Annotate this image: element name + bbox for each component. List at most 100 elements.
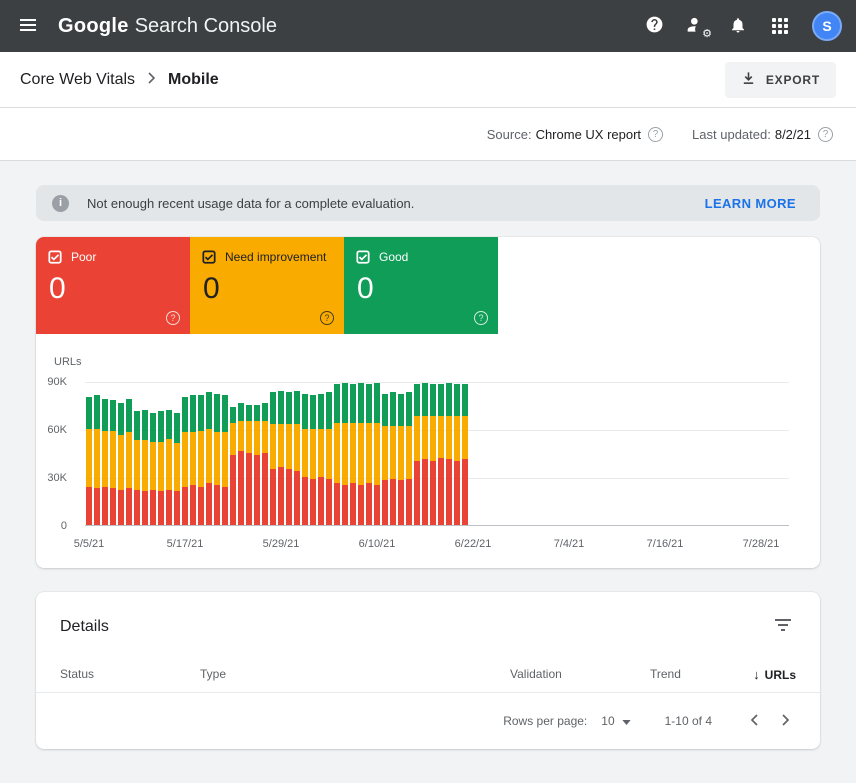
next-page-button[interactable] (770, 708, 802, 735)
bar-segment-poor (110, 488, 116, 525)
column-header-urls[interactable]: ↓ URLs (753, 667, 796, 682)
tile-poor[interactable]: Poor 0 ? (36, 237, 190, 334)
rows-per-page-value: 10 (601, 714, 614, 728)
chart-bar[interactable] (406, 392, 412, 525)
avatar[interactable]: S (812, 11, 842, 41)
help-icon[interactable]: ? (320, 311, 334, 325)
bar-segment-poor (270, 469, 276, 525)
chart-bar[interactable] (414, 384, 420, 525)
chart-bar[interactable] (110, 400, 116, 525)
column-header-validation[interactable]: Validation (510, 667, 562, 681)
chart-bar[interactable] (278, 391, 284, 525)
chart-bar[interactable] (358, 383, 364, 525)
chart-bar[interactable] (206, 392, 212, 525)
bar-segment-need-improvement (326, 429, 332, 479)
chart-bar[interactable] (454, 384, 460, 525)
bar-segment-poor (310, 479, 316, 525)
chart-bar[interactable] (334, 384, 340, 525)
previous-page-button[interactable] (738, 708, 770, 735)
chart-bar[interactable] (342, 383, 348, 525)
chart-bar[interactable] (174, 413, 180, 525)
chart-bar[interactable] (86, 397, 92, 525)
chart-bar[interactable] (366, 384, 372, 525)
dropdown-caret-icon (622, 714, 631, 728)
chart-bar[interactable] (190, 395, 196, 525)
help-icon[interactable]: ? (474, 311, 488, 325)
chart-bar[interactable] (166, 410, 172, 525)
chart-bar[interactable] (126, 399, 132, 525)
last-updated-label: Last updated: (692, 127, 771, 142)
chart-bar[interactable] (134, 411, 140, 525)
y-axis-tick: 0 (36, 520, 76, 532)
help-icon[interactable]: ? (166, 311, 180, 325)
chart-bar[interactable] (118, 403, 124, 525)
chart-bar[interactable] (102, 399, 108, 525)
chart-bar[interactable] (438, 384, 444, 525)
last-updated-value: 8/2/21 (775, 127, 811, 142)
bar-segment-need-improvement (262, 421, 268, 453)
chart-bar[interactable] (246, 405, 252, 525)
chart-bar[interactable] (446, 383, 452, 525)
chart-bar[interactable] (390, 392, 396, 525)
bar-segment-need-improvement (462, 416, 468, 459)
appbar-actions: ⚙ S (634, 6, 842, 46)
chart-bar[interactable] (214, 394, 220, 525)
chart-bar[interactable] (230, 407, 236, 525)
chart-bar[interactable] (182, 397, 188, 525)
tile-good[interactable]: Good 0 ? (344, 237, 498, 334)
bar-segment-good (398, 394, 404, 426)
chart-bar[interactable] (294, 391, 300, 525)
checkbox-checked-icon[interactable] (202, 250, 216, 264)
chart-bar[interactable] (238, 403, 244, 525)
export-button[interactable]: EXPORT (725, 62, 836, 98)
notifications-button[interactable] (718, 6, 758, 46)
column-header-status[interactable]: Status (60, 667, 94, 681)
column-header-trend[interactable]: Trend (650, 667, 681, 681)
chart-bar[interactable] (326, 392, 332, 525)
chart-bar[interactable] (462, 384, 468, 525)
chart-bar[interactable] (150, 413, 156, 525)
account-settings-button[interactable]: ⚙ (676, 6, 716, 46)
help-button[interactable] (634, 6, 674, 46)
chart-bar[interactable] (222, 395, 228, 525)
checkbox-checked-icon[interactable] (48, 250, 62, 264)
chart-bar[interactable] (254, 405, 260, 525)
chart-bar[interactable] (286, 392, 292, 525)
chart-bar[interactable] (310, 395, 316, 525)
app-logo[interactable]: Google Search Console (58, 15, 277, 38)
tile-need-improvement[interactable]: Need improvement 0 ? (190, 237, 344, 334)
chart-bar[interactable] (270, 392, 276, 525)
chart-bar[interactable] (94, 395, 100, 525)
checkbox-checked-icon[interactable] (356, 250, 370, 264)
rows-per-page-select[interactable]: 10 (601, 714, 630, 728)
chart-bar[interactable] (318, 394, 324, 525)
bar-segment-good (374, 383, 380, 423)
column-header-type[interactable]: Type (200, 667, 226, 681)
chart-bar[interactable] (374, 383, 380, 525)
chart-bar[interactable] (302, 394, 308, 525)
chart-bar[interactable] (142, 410, 148, 525)
google-apps-button[interactable] (760, 6, 800, 46)
menu-button[interactable] (8, 6, 48, 46)
learn-more-link[interactable]: LEARN MORE (705, 196, 796, 211)
chart-bar[interactable] (158, 411, 164, 525)
chart-bar[interactable] (430, 384, 436, 525)
bar-segment-good (334, 384, 340, 422)
chart-bar[interactable] (398, 394, 404, 525)
source-label: Source: (487, 127, 532, 142)
breadcrumb-section[interactable]: Core Web Vitals (20, 71, 135, 89)
bar-segment-good (446, 383, 452, 417)
chart-bar[interactable] (422, 383, 428, 525)
chart-bar[interactable] (382, 394, 388, 525)
bar-segment-good (342, 383, 348, 423)
filter-button[interactable] (770, 614, 796, 639)
help-icon[interactable]: ? (648, 127, 663, 142)
bar-segment-good (406, 392, 412, 426)
help-icon[interactable]: ? (818, 127, 833, 142)
chart-bar[interactable] (262, 403, 268, 525)
bar-segment-need-improvement (398, 426, 404, 480)
chart-bar[interactable] (350, 384, 356, 525)
chart-bar[interactable] (198, 395, 204, 525)
bar-segment-poor (358, 485, 364, 525)
bar-segment-poor (414, 461, 420, 525)
